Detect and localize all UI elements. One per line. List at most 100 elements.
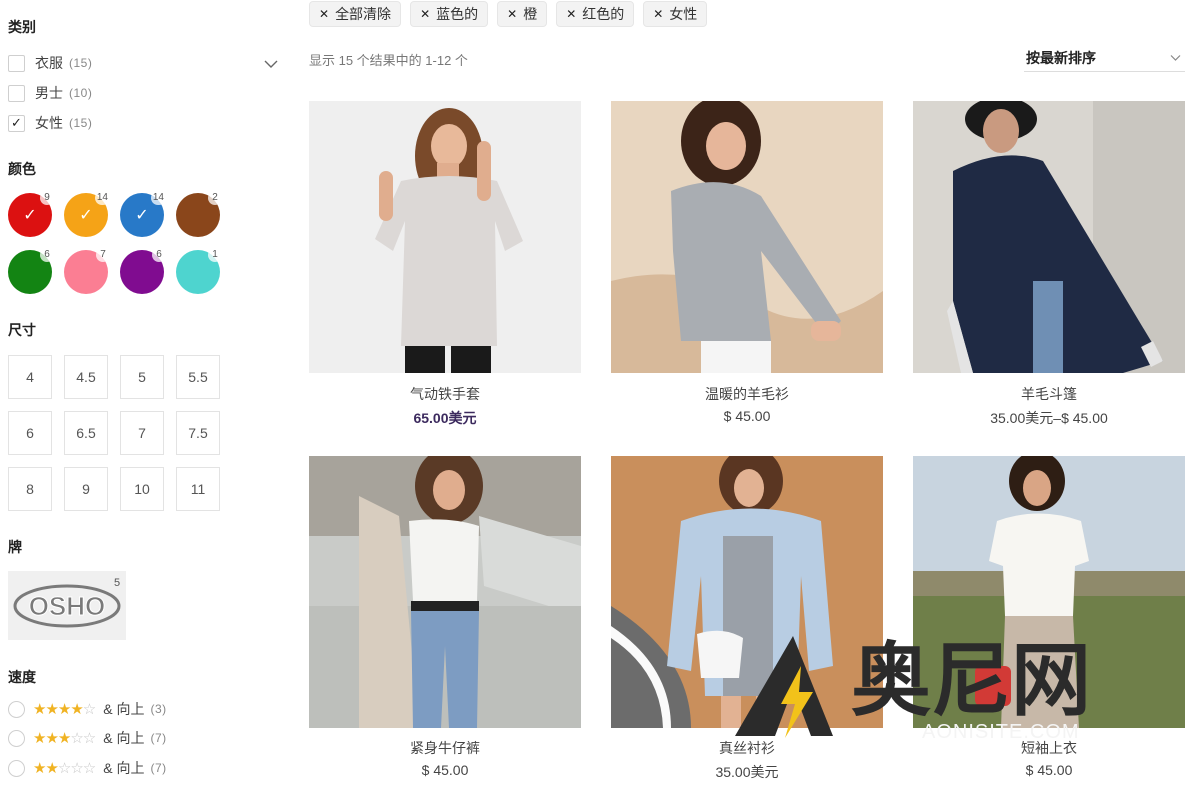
category-label: 女性 [35,115,63,131]
brand-logo-osho[interactable]: OSHO [8,571,126,640]
rating-option[interactable]: ★★☆☆☆ & 向上 (7) [8,758,167,778]
radio-button[interactable] [8,700,25,718]
sort-label: 按最新排序 [1026,49,1096,66]
osho-logo-icon: OSHO [13,584,121,627]
category-option-women[interactable]: ✓ 女性 (15) [8,113,92,133]
brand-count: 5 [114,577,121,589]
category-count: (15) [69,116,93,130]
product-image-skinny-jeans[interactable] [309,456,581,728]
size-filter-title: 尺寸 [8,322,36,338]
close-icon[interactable]: ✕ [319,7,329,21]
price-part: – [1053,410,1062,426]
swatch-count: 2 [208,191,222,205]
chip-label: 橙 [523,6,538,22]
swatch-count: 14 [150,191,166,205]
radio-button[interactable] [8,729,25,747]
product-price: 65.00美元 [309,408,581,428]
swatch-count: 1 [208,248,222,262]
category-count: (10) [69,86,93,100]
chip-label: 蓝色的 [436,6,479,22]
chip-label: 红色的 [582,6,625,22]
color-filter-title: 颜色 [8,161,36,177]
rating-label: & 向上 [103,701,145,717]
color-swatch-brown[interactable]: 2 [176,191,222,237]
watermark-text: AONISITE.COM [922,721,1080,743]
size-option[interactable]: 11 [176,467,220,511]
sort-select[interactable]: 按最新排序 [1024,44,1185,72]
swatch-count: 7 [96,248,110,262]
color-swatch-green[interactable]: 6 [8,248,54,294]
price-part: 35.00美元 [715,764,779,780]
close-icon[interactable]: ✕ [420,7,430,21]
price-part: $ 45.00 [421,762,469,778]
active-filter-chips: ✕ 全部清除 ✕ 蓝色的 ✕ 橙 ✕ 红色的 ✕ 女性 [309,1,708,27]
chip-label: 全部清除 [335,6,392,22]
price-part: $ 45.00 [723,408,771,424]
chevron-down-icon [1170,55,1181,61]
size-option[interactable]: 6.5 [64,411,108,455]
category-option-clothing[interactable]: 衣服 (15) [8,53,92,73]
rating-label: & 向上 [103,760,145,776]
active-filter-chip[interactable]: ✕ 橙 [497,1,548,27]
close-icon[interactable]: ✕ [653,7,663,21]
size-option[interactable]: 6 [8,411,52,455]
rating-label: & 向上 [103,730,145,746]
close-icon[interactable]: ✕ [566,7,576,21]
clear-all-filters-chip[interactable]: ✕ 全部清除 [309,1,402,27]
product-image-cape[interactable] [913,101,1185,373]
size-option[interactable]: 4.5 [64,355,108,399]
close-icon[interactable]: ✕ [507,7,517,21]
product-title[interactable]: 紧身牛仔裤 [309,738,581,758]
price-part: 35.00美元 [990,410,1054,426]
product-image-gloves[interactable] [309,101,581,373]
active-filter-chip[interactable]: ✕ 蓝色的 [410,1,489,27]
size-option[interactable]: 5.5 [176,355,220,399]
size-option[interactable]: 9 [64,467,108,511]
size-option[interactable]: 4 [8,355,52,399]
size-option[interactable]: 8 [8,467,52,511]
chip-label: 女性 [669,6,698,22]
active-filter-chip[interactable]: ✕ 红色的 [556,1,635,27]
active-filter-chip[interactable]: ✕ 女性 [643,1,708,27]
star-rating-icon: ★★★☆☆ [33,730,96,747]
color-swatch-blue[interactable]: ✓ 14 [120,191,166,237]
product-price: 35.00美元 [611,762,883,782]
color-swatch-red[interactable]: ✓ 9 [8,191,54,237]
color-swatch-pink[interactable]: 7 [64,248,110,294]
product-title[interactable]: 温暖的羊毛衫 [611,384,883,404]
color-swatch-purple[interactable]: 6 [120,248,166,294]
rating-option[interactable]: ★★★★☆ & 向上 (3) [8,699,167,719]
size-option[interactable]: 7.5 [176,411,220,455]
swatch-count: 6 [152,248,166,262]
category-label: 衣服 [35,55,63,71]
category-option-men[interactable]: 男士 (10) [8,83,92,103]
star-rating-icon: ★★★★☆ [33,701,96,718]
rating-option[interactable]: ★★★☆☆ & 向上 (7) [8,728,167,748]
color-swatch-orange[interactable]: ✓ 14 [64,191,110,237]
product-price: $ 45.00 [611,408,883,424]
checkbox[interactable] [8,84,25,102]
svg-text:OSHO: OSHO [29,591,106,621]
product-price: $ 45.00 [913,762,1185,778]
category-label: 男士 [35,85,63,101]
swatch-count: 9 [40,191,54,205]
size-option[interactable]: 10 [120,467,164,511]
radio-button[interactable] [8,759,25,777]
product-title[interactable]: 羊毛斗篷 [913,384,1185,404]
product-image-cardigan[interactable] [611,101,883,373]
price-part: 65.00美元 [413,410,477,426]
rating-filter-title: 速度 [8,669,36,685]
product-price: $ 45.00 [309,762,581,778]
size-option[interactable]: 7 [120,411,164,455]
chevron-down-icon[interactable] [263,56,279,72]
result-count: 显示 15 个结果中的 1-12 个 [309,53,468,68]
brand-filter-title: 牌 [8,539,22,555]
price-part: $ 45.00 [1025,762,1073,778]
swatch-count: 14 [94,191,110,205]
checkbox-checked[interactable]: ✓ [8,114,25,132]
checkbox[interactable] [8,54,25,72]
product-title[interactable]: 气动铁手套 [309,384,581,404]
svg-text:奥尼网: 奥尼网 [851,634,1091,727]
color-swatch-teal[interactable]: 1 [176,248,222,294]
size-option[interactable]: 5 [120,355,164,399]
